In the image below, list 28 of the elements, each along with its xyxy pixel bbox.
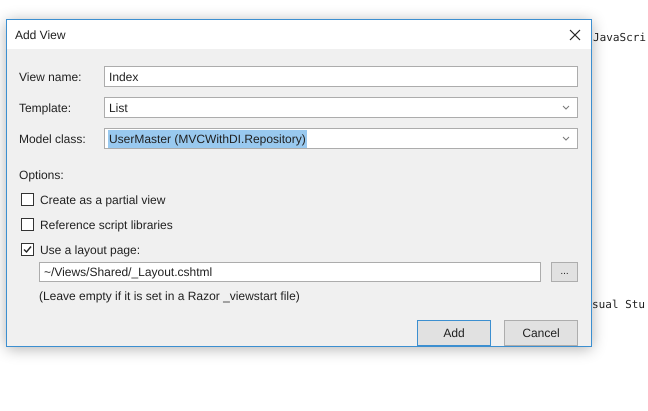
checkbox-label: Use a layout page: <box>40 242 140 258</box>
field-label: Model class: <box>19 130 87 148</box>
code-text: JavaScri <box>593 30 646 46</box>
input-field[interactable]: ~/Views/Shared/_Layout.cshtml <box>39 262 541 282</box>
field-value: UserMaster (MVCWithDI.Repository) <box>108 130 307 148</box>
window-title: Add View <box>15 26 66 44</box>
checkmark-icon <box>23 245 32 254</box>
checkbox[interactable] <box>21 218 34 231</box>
input-field[interactable]: Index <box>104 66 578 87</box>
checkbox-label: Reference script libraries <box>40 216 173 234</box>
code-text: sual Stu <box>592 297 645 313</box>
field-value: List <box>108 100 129 116</box>
checkbox[interactable] <box>21 243 34 256</box>
browse-button[interactable]: ... <box>551 262 578 282</box>
cancel-button[interactable]: Cancel <box>504 320 578 346</box>
field-value: Index <box>108 68 140 86</box>
checkbox-label: Create as a partial view <box>40 192 166 208</box>
options-label: Options: <box>19 167 65 184</box>
add-button[interactable]: Add <box>417 320 491 346</box>
close-icon[interactable] <box>569 28 581 40</box>
dropdown-field[interactable]: UserMaster (MVCWithDI.Repository) <box>104 128 578 149</box>
field-label: Template: <box>19 100 72 116</box>
checkbox[interactable] <box>21 193 34 206</box>
hint-text: (Leave empty if it is set in a Razor _viewstart file) <box>39 288 301 305</box>
dropdown-field[interactable]: List <box>104 97 578 118</box>
chevron-down-icon <box>562 105 570 110</box>
field-label: View name: <box>19 68 82 86</box>
chevron-down-icon <box>562 136 570 141</box>
